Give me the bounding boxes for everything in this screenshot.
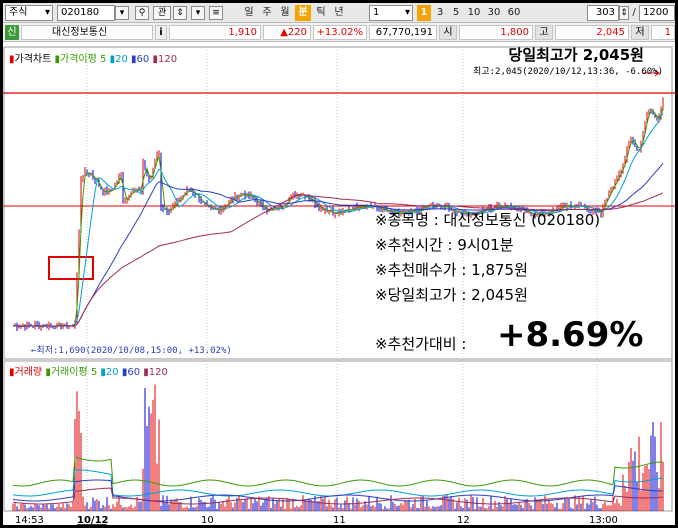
price-ma20-label: 20 (115, 54, 128, 65)
axis-label-0: 14:53 (15, 515, 44, 525)
interval-select[interactable]: 1 ▾ (369, 5, 413, 21)
high-value: 2,045 (555, 25, 629, 40)
interval-select-value: 1 (373, 7, 380, 18)
volume-ma60-label: 60 (127, 367, 141, 378)
updown-spinner-icon[interactable]: ⇕ (173, 6, 187, 20)
open-value: 1,800 (459, 25, 533, 40)
chart-grid (3, 46, 673, 512)
period-minute[interactable]: 분 (295, 5, 311, 21)
high-label: 고 (535, 25, 553, 40)
low-label: 저 (631, 25, 649, 40)
period-month[interactable]: 월 (277, 5, 293, 21)
count-slash: / (632, 7, 636, 18)
open-label: 시 (439, 25, 457, 40)
count-input[interactable]: 303 (587, 5, 619, 21)
axis-label-3: 11 (333, 515, 346, 525)
minute-60[interactable]: 60 (505, 5, 523, 21)
scroll-down-icon[interactable]: ▾ (191, 6, 205, 20)
price-panel-border (3, 46, 673, 360)
price-ma5-label: 5 (100, 54, 107, 65)
price-legend-title: 가격차트 (14, 54, 52, 65)
volume-ma20-label: 20 (105, 367, 119, 378)
stock-info-bar: 신 대신정보통신 i 1,910 ▲220 +13.02% 67,770,191… (3, 23, 675, 42)
annotation-compare-label: ※추천가대비 : (375, 335, 467, 353)
vol-ma5-line (12, 456, 663, 487)
toolbar: 주식 ▾ 020180 ▾ ⚲ 관 ⇕ ▾ ≡ 일 주 월 분 틱 년 1 ▾ … (3, 3, 675, 23)
total-input[interactable]: 1200 (639, 5, 675, 21)
minute-5[interactable]: 5 (449, 5, 463, 21)
price-change-pct: +13.02% (313, 25, 367, 40)
total-input-value: 1200 (643, 7, 669, 18)
price-legend: ▮가격차트 ▮가격이평 5 ▮20 ▮60 ▮120 (9, 50, 177, 65)
volume-value: 67,770,191 (369, 25, 437, 40)
chevron-down-icon: ▾ (44, 7, 50, 18)
current-price: 1,910 (169, 25, 261, 40)
volume-legend-title: 거래량 (14, 367, 43, 378)
annotation-compare-value: +8.69% (497, 315, 644, 355)
annotation-time: ※추천시간 : 9시01분 (375, 236, 514, 254)
recommend-box (48, 256, 94, 280)
period-week[interactable]: 주 (259, 5, 275, 21)
annotation-high: ※당일최고가 : 2,045원 (375, 286, 528, 304)
volume-ma120-label: 120 (148, 367, 168, 378)
count-spinner-icon[interactable]: ⇕ (619, 6, 629, 20)
code-dropdown-button[interactable]: ▾ (115, 6, 129, 20)
chevron-down-icon: ▾ (404, 7, 410, 18)
related-button[interactable]: 관 (153, 6, 171, 20)
volume-ma5-label: 5 (90, 367, 98, 378)
axis-label-2: 10 (201, 515, 214, 525)
volume-ma-label: 거래이평 (50, 367, 88, 378)
annotation-stock: ※종목명 : 대신정보통신 (020180) (375, 211, 601, 229)
price-ma-label: 가격이평 (60, 54, 97, 65)
ma60-line (12, 162, 664, 327)
period-year[interactable]: 년 (331, 5, 347, 21)
chart-window: 주식 ▾ 020180 ▾ ⚲ 관 ⇕ ▾ ≡ 일 주 월 분 틱 년 1 ▾ … (3, 3, 675, 525)
minute-10[interactable]: 10 (465, 5, 483, 21)
code-input-value: 020180 (61, 7, 100, 18)
high-headline: 당일최고가 2,045원 (508, 46, 644, 64)
stock-name[interactable]: 대신정보통신 (21, 25, 153, 40)
stock-badge: 신 (5, 25, 19, 40)
volume-panel (12, 384, 664, 511)
low-marker-label: ←최저:1,690(2020/10/08,15:00, +13.02%) (31, 346, 232, 356)
count-input-value: 303 (595, 7, 615, 18)
price-ma60-label: 60 (136, 54, 150, 65)
period-day[interactable]: 일 (241, 5, 257, 21)
market-select[interactable]: 주식 ▾ (5, 5, 53, 21)
axis-label-1: 10/12 (77, 515, 109, 525)
price-change: ▲220 (263, 25, 311, 40)
minute-3[interactable]: 3 (433, 5, 447, 21)
price-panel (3, 69, 675, 332)
search-icon[interactable]: ⚲ (135, 6, 149, 20)
market-select-value: 주식 (9, 7, 28, 18)
code-input[interactable]: 020180 (57, 5, 115, 21)
annotation-buy-price: ※추천매수가 : 1,875원 (375, 261, 528, 279)
axis-label-4: 12 (457, 515, 470, 525)
time-axis: 14:53 10/12 10 11 12 13:00 (15, 515, 618, 525)
info-icon[interactable]: i (155, 25, 167, 40)
menu-icon[interactable]: ≡ (209, 6, 223, 20)
chart-area[interactable]: 14:53 10/12 10 11 12 13:00 (3, 43, 675, 525)
period-tick[interactable]: 틱 (313, 5, 329, 21)
volume-legend: ▮거래량 ▮거래이평 5 ▮20 ▮60 ▮120 (9, 363, 168, 378)
price-ma120-label: 120 (157, 54, 178, 65)
axis-label-5: 13:00 (589, 515, 618, 525)
minute-30[interactable]: 30 (485, 5, 503, 21)
low-value: 1 (651, 25, 675, 40)
high-marker-label: 최고:2,045(2020/10/12,13:36, -6.60%) (473, 67, 663, 77)
vol-ma20-line (12, 469, 664, 497)
minute-1[interactable]: 1 (417, 5, 431, 21)
